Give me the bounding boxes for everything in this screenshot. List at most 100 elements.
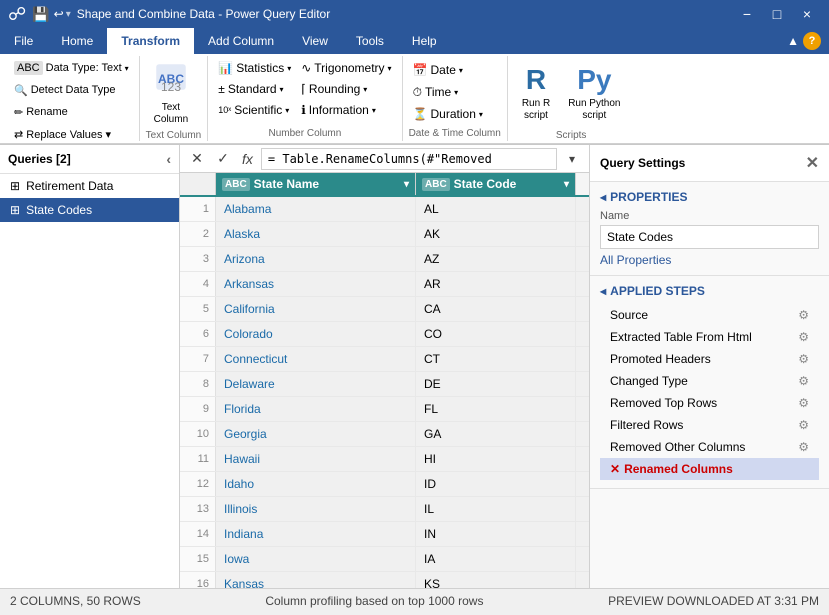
applied-step-item[interactable]: Filtered Rows⚙	[600, 414, 819, 436]
cell-state-name: Iowa	[216, 547, 416, 571]
queries-collapse-button[interactable]: ‹	[166, 151, 171, 167]
datetime-label: Date & Time Column	[409, 126, 501, 139]
table-row[interactable]: 11 Hawaii HI	[180, 447, 589, 472]
grid-header: ABC State Name ▾ ABC State Code ▾	[180, 173, 589, 197]
formula-fx-label: fx	[238, 151, 257, 167]
number-left-col: 📊 Statistics ▾ ± Standard ▾ 10ˣ Scientif…	[214, 58, 295, 120]
time-icon: ⏱	[413, 85, 422, 100]
tab-view[interactable]: View	[288, 28, 342, 54]
table-row[interactable]: 5 California CA	[180, 297, 589, 322]
row-number: 3	[180, 247, 216, 271]
tab-add-column[interactable]: Add Column	[194, 28, 288, 54]
table-row[interactable]: 8 Delaware DE	[180, 372, 589, 397]
row-number: 14	[180, 522, 216, 546]
cell-state-name: Delaware	[216, 372, 416, 396]
table-row[interactable]: 15 Iowa IA	[180, 547, 589, 572]
query-item-state-codes[interactable]: ⊞ State Codes	[0, 198, 179, 222]
date-dropdown: ▾	[459, 66, 463, 75]
tab-tools[interactable]: Tools	[342, 28, 398, 54]
step-gear-icon[interactable]: ⚙	[798, 440, 809, 454]
duration-dropdown: ▾	[479, 110, 483, 119]
formula-accept-button[interactable]: ✓	[212, 148, 234, 170]
table-row[interactable]: 16 Kansas KS	[180, 572, 589, 588]
all-properties-link[interactable]: All Properties	[600, 253, 671, 267]
state-name-type-icon: ABC	[222, 178, 250, 191]
table-row[interactable]: 2 Alaska AK	[180, 222, 589, 247]
undo-icon[interactable]: ↩	[54, 7, 64, 21]
tab-file[interactable]: File	[0, 28, 47, 54]
run-r-button[interactable]: R Run Rscript	[514, 58, 558, 128]
applied-step-item[interactable]: Changed Type⚙	[600, 370, 819, 392]
duration-button[interactable]: ⏳ Duration ▾	[409, 104, 487, 124]
step-gear-icon[interactable]: ⚙	[798, 352, 809, 366]
grid-body[interactable]: 1 Alabama AL 2 Alaska AK 3 Arizona AZ 4 …	[180, 197, 589, 588]
table-row[interactable]: 6 Colorado CO	[180, 322, 589, 347]
applied-step-item[interactable]: Extracted Table From Html⚙	[600, 326, 819, 348]
cell-state-code: DE	[416, 372, 576, 396]
step-gear-icon[interactable]: ⚙	[798, 396, 809, 410]
col-header-state-name[interactable]: ABC State Name ▾	[216, 173, 416, 195]
rounding-button[interactable]: ⌈ Rounding ▾	[297, 79, 395, 99]
tab-home[interactable]: Home	[47, 28, 107, 54]
step-gear-icon[interactable]: ⚙	[798, 308, 809, 322]
quick-access-dropdown[interactable]: ▾	[66, 9, 71, 20]
save-icon[interactable]: 💾	[32, 6, 49, 23]
query-name-input[interactable]	[600, 225, 819, 249]
table-row[interactable]: 7 Connecticut CT	[180, 347, 589, 372]
table-row[interactable]: 1 Alabama AL	[180, 197, 589, 222]
minimize-button[interactable]: −	[733, 0, 761, 28]
query-item-retirement[interactable]: ⊞ Retirement Data	[0, 174, 179, 198]
time-label: Time	[425, 85, 451, 99]
replace-values-button[interactable]: ⇄ Replace Values ▾	[10, 124, 115, 144]
formula-expand-button[interactable]: ▾	[561, 148, 583, 170]
statistics-button[interactable]: 📊 Statistics ▾	[214, 58, 295, 78]
table-row[interactable]: 10 Georgia GA	[180, 422, 589, 447]
step-gear-icon[interactable]: ⚙	[798, 418, 809, 432]
rename-button[interactable]: ✏ Rename	[10, 102, 72, 122]
col-header-state-code[interactable]: ABC State Code ▾	[416, 173, 576, 195]
close-button[interactable]: ×	[793, 0, 821, 28]
state-name-dropdown-icon[interactable]: ▾	[404, 179, 409, 190]
step-gear-icon[interactable]: ⚙	[798, 374, 809, 388]
statistics-dropdown: ▾	[287, 64, 291, 73]
run-python-button[interactable]: Py Run Pythonscript	[560, 58, 628, 128]
applied-step-item[interactable]: Removed Top Rows⚙	[600, 392, 819, 414]
date-button[interactable]: 📅 Date ▾	[409, 60, 467, 80]
maximize-button[interactable]: □	[763, 0, 791, 28]
information-button[interactable]: ℹ Information ▾	[297, 100, 395, 120]
applied-step-item[interactable]: Source⚙	[600, 304, 819, 326]
applied-step-item[interactable]: ✕Renamed Columns	[600, 458, 819, 480]
ribbon-collapse-icon[interactable]: ▲	[787, 34, 799, 48]
table-row[interactable]: 13 Illinois IL	[180, 497, 589, 522]
scientific-button[interactable]: 10ˣ Scientific ▾	[214, 100, 295, 120]
step-gear-icon[interactable]: ⚙	[798, 330, 809, 344]
trigonometry-button[interactable]: ∿ Trigonometry ▾	[297, 58, 395, 78]
number-column-controls: 📊 Statistics ▾ ± Standard ▾ 10ˣ Scientif…	[214, 58, 395, 126]
tab-transform[interactable]: Transform	[107, 28, 194, 54]
tab-help[interactable]: Help	[398, 28, 451, 54]
properties-section: PROPERTIES Name All Properties	[590, 182, 829, 276]
cell-state-code: IN	[416, 522, 576, 546]
table-row[interactable]: 3 Arizona AZ	[180, 247, 589, 272]
row-number: 9	[180, 397, 216, 421]
run-r-label: Run Rscript	[522, 98, 550, 122]
state-code-dropdown-icon[interactable]: ▾	[564, 179, 569, 190]
query-settings-close-button[interactable]: ✕	[806, 153, 819, 173]
standard-button[interactable]: ± Standard ▾	[214, 79, 295, 99]
time-button[interactable]: ⏱ Time ▾	[409, 82, 463, 102]
formula-bar: ✕ ✓ fx ▾	[180, 145, 589, 173]
text-column-button[interactable]: ABC 123 TextColumn	[146, 58, 196, 128]
table-row[interactable]: 4 Arkansas AR	[180, 272, 589, 297]
table-row[interactable]: 14 Indiana IN	[180, 522, 589, 547]
formula-cancel-button[interactable]: ✕	[186, 148, 208, 170]
detect-data-type-button[interactable]: 🔍 Detect Data Type	[10, 80, 120, 100]
name-field-label: Name	[600, 210, 819, 222]
table-row[interactable]: 9 Florida FL	[180, 397, 589, 422]
data-type-button[interactable]: ABC Data Type: Text ▾	[10, 58, 133, 78]
applied-step-item[interactable]: Removed Other Columns⚙	[600, 436, 819, 458]
rename-icon: ✏	[14, 106, 23, 119]
row-number: 4	[180, 272, 216, 296]
formula-input[interactable]	[261, 148, 557, 170]
applied-step-item[interactable]: Promoted Headers⚙	[600, 348, 819, 370]
table-row[interactable]: 12 Idaho ID	[180, 472, 589, 497]
